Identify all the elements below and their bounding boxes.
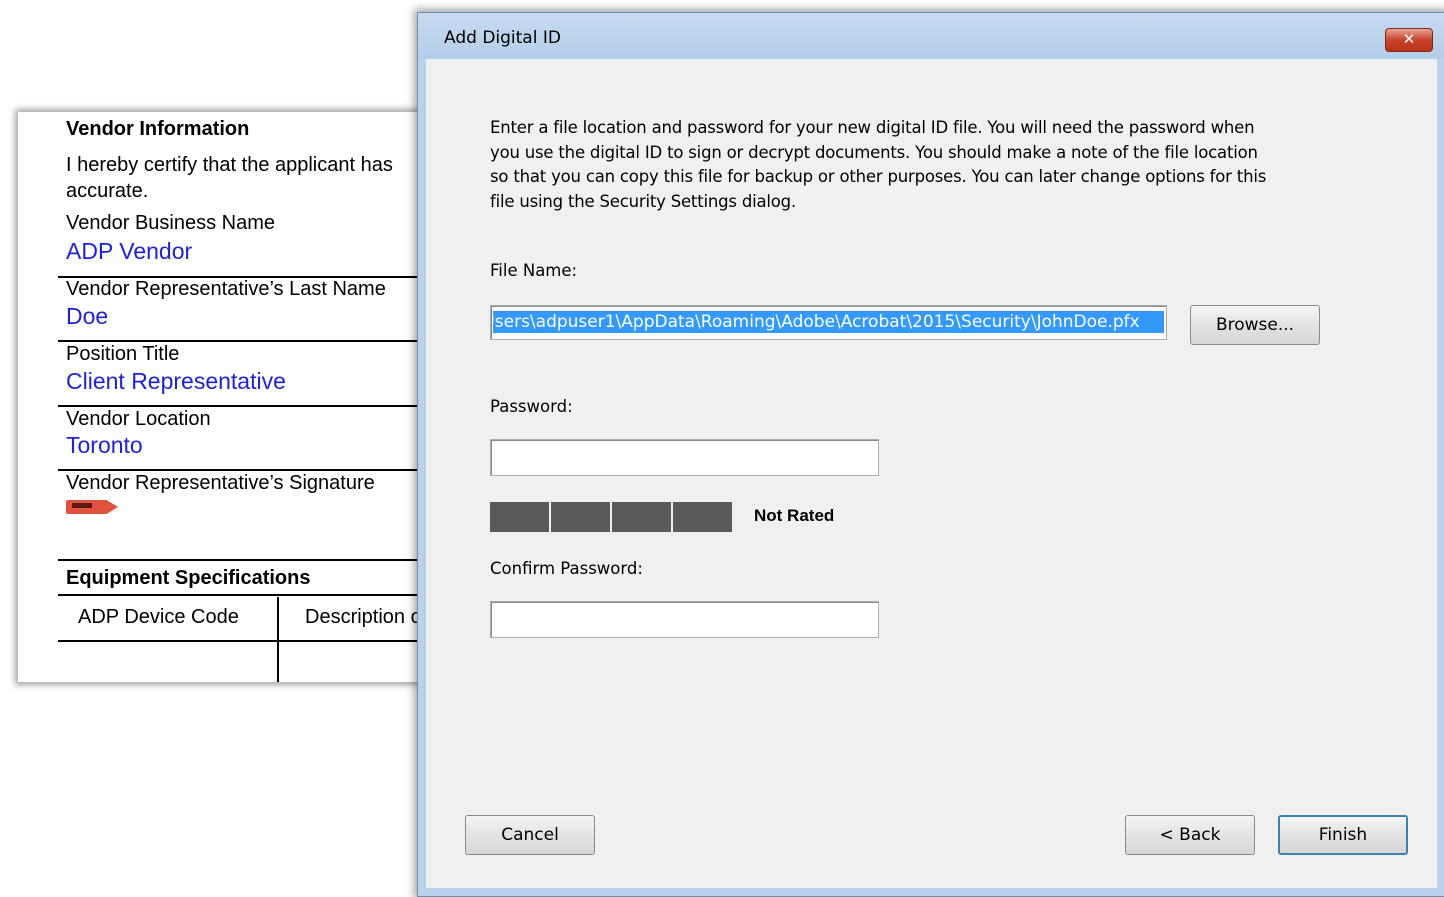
pdf-document-page: Vendor Information I hereby certify that… [18,112,448,682]
confirm-password-field[interactable] [490,601,879,638]
browse-button[interactable]: Browse... [1190,305,1320,345]
password-field[interactable] [490,439,879,476]
close-button[interactable]: ✕ [1385,28,1433,52]
field-label-position-title: Position Title [66,343,180,365]
field-divider [58,469,448,471]
table-top-rule [58,594,448,596]
sign-here-tag-icon[interactable] [66,500,118,514]
field-divider [58,340,448,342]
password-strength-meter [490,502,734,532]
cancel-button[interactable]: Cancel [465,815,595,855]
equipment-title: Equipment Specifications [66,567,311,589]
back-button[interactable]: < Back [1125,815,1255,855]
field-divider [58,405,448,407]
dialog-titlebar[interactable]: Add Digital ID ✕ [418,13,1444,59]
intro-line: you use the digital ID to sign or decryp… [490,142,1258,162]
strength-rating-text: Not Rated [754,506,835,525]
field-divider [58,559,448,561]
intro-text: Enter a file location and password for y… [490,116,1330,214]
strength-segment [612,502,671,532]
field-label-vendor-location: Vendor Location [66,408,211,430]
finish-button[interactable]: Finish [1278,815,1408,855]
table-header-device-code: ADP Device Code [78,606,239,628]
dialog-title: Add Digital ID [444,28,561,48]
certify-text-line1: I hereby certify that the applicant has [66,154,393,176]
file-name-field[interactable]: C:\Users\adpuser1\AppData\Roaming\Adobe\… [490,305,1167,340]
section-title: Vendor Information [66,118,250,140]
table-header-rule [58,640,448,642]
close-icon: ✕ [1402,30,1416,48]
field-label-signature: Vendor Representative’s Signature [66,472,375,494]
field-value-vendor-location[interactable]: Toronto [66,432,143,459]
file-name-label: File Name: [490,261,578,280]
field-value-business-name[interactable]: ADP Vendor [66,238,192,265]
intro-line: file using the Security Settings dialog. [490,191,796,211]
field-value-last-name[interactable]: Doe [66,303,108,330]
dialog-body: Enter a file location and password for y… [426,59,1437,888]
intro-line: Enter a file location and password for y… [490,118,1255,137]
password-label: Password: [490,397,573,416]
confirm-password-label: Confirm Password: [490,559,643,578]
add-digital-id-dialog: Add Digital ID ✕ Enter a file location a… [417,12,1444,897]
intro-line: so that you can copy this file for backu… [490,167,1267,186]
field-value-position-title[interactable]: Client Representative [66,368,286,395]
certify-text-line2: accurate. [66,180,149,202]
field-label-business-name: Vendor Business Name [66,212,276,234]
strength-segment [490,502,549,532]
table-header-description: Description of [305,606,428,628]
strength-segment [673,502,732,532]
file-name-value: C:\Users\adpuser1\AppData\Roaming\Adobe\… [493,311,1164,333]
field-label-last-name: Vendor Representative’s Last Name [66,278,386,300]
strength-segment [551,502,610,532]
